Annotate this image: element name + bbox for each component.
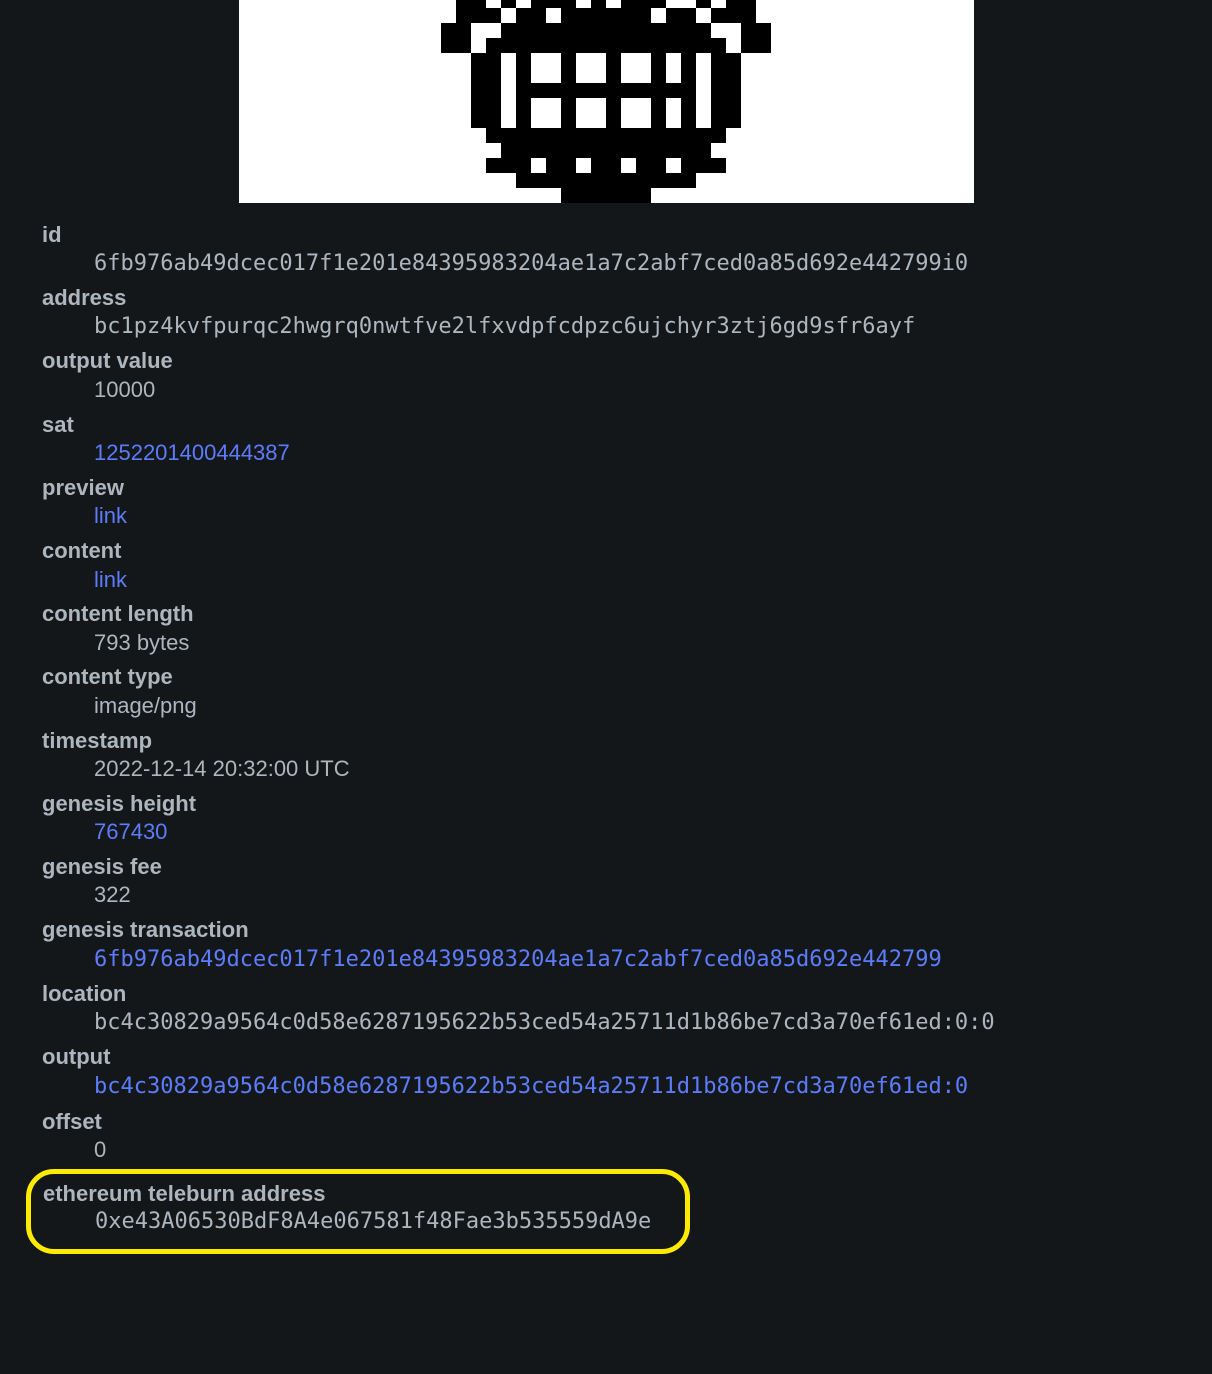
link-output[interactable]: bc4c30829a9564c0d58e6287195622b53ced54a2… — [94, 1074, 968, 1099]
highlight-ethereum-teleburn: ethereum teleburn address 0xe43A06530BdF… — [26, 1169, 690, 1254]
label-sat: sat — [42, 411, 1170, 440]
label-timestamp: timestamp — [42, 727, 1170, 756]
inscription-image — [239, 0, 974, 203]
value-ethereum-teleburn-address: 0xe43A06530BdF8A4e067581f48Fae3b535559dA… — [95, 1208, 673, 1237]
value-content-length: 793 bytes — [94, 629, 1170, 658]
label-content-length: content length — [42, 600, 1170, 629]
link-genesis-transaction[interactable]: 6fb976ab49dcec017f1e201e84395983204ae1a7… — [94, 947, 942, 972]
label-offset: offset — [42, 1108, 1170, 1137]
value-genesis-fee: 322 — [94, 881, 1170, 910]
details-list: id 6fb976ab49dcec017f1e201e84395983204ae… — [42, 221, 1170, 1254]
label-content: content — [42, 537, 1170, 566]
label-genesis-height: genesis height — [42, 790, 1170, 819]
link-content[interactable]: link — [94, 567, 127, 592]
label-id: id — [42, 221, 1170, 250]
value-output-value: 10000 — [94, 376, 1170, 405]
label-preview: preview — [42, 474, 1170, 503]
pixel-art-icon — [426, 0, 786, 203]
value-id: 6fb976ab49dcec017f1e201e84395983204ae1a7… — [94, 250, 1170, 279]
link-preview[interactable]: link — [94, 503, 127, 528]
label-genesis-fee: genesis fee — [42, 853, 1170, 882]
label-location: location — [42, 980, 1170, 1009]
link-genesis-height[interactable]: 767430 — [94, 819, 167, 844]
value-address: bc1pz4kvfpurqc2hwgrq0nwtfve2lfxvdpfcdpzc… — [94, 313, 1170, 342]
value-content-type: image/png — [94, 692, 1170, 721]
link-sat[interactable]: 1252201400444387 — [94, 440, 290, 465]
value-offset: 0 — [94, 1136, 1170, 1165]
value-location: bc4c30829a9564c0d58e6287195622b53ced54a2… — [94, 1009, 1170, 1038]
label-address: address — [42, 284, 1170, 313]
label-content-type: content type — [42, 663, 1170, 692]
label-output-value: output value — [42, 347, 1170, 376]
label-ethereum-teleburn-address: ethereum teleburn address — [43, 1180, 673, 1209]
label-genesis-transaction: genesis transaction — [42, 916, 1170, 945]
label-output: output — [42, 1043, 1170, 1072]
value-timestamp: 2022-12-14 20:32:00 UTC — [94, 755, 1170, 784]
